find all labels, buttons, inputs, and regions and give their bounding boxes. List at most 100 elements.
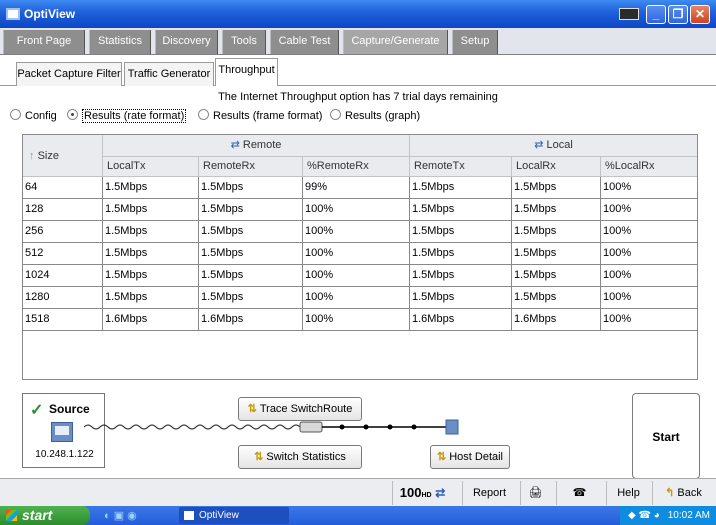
table-cell: 1.5Mbps (103, 177, 199, 199)
swap-icon: ⇅ (254, 451, 264, 463)
table-cell: 1.5Mbps (512, 243, 601, 265)
group-header-remote: ⇄ Remote (103, 135, 410, 157)
maximize-button[interactable]: ❐ (668, 5, 688, 24)
sub-tab-bar: Packet Capture Filter Traffic Generator … (0, 55, 716, 87)
path-diagram: ✓ Source 10.248.1.122 ⇅ Trace SwitchRoute… (22, 393, 700, 479)
column-header-pct-remoterx[interactable]: %RemoteRx (303, 157, 410, 177)
phone-icon[interactable]: ☎ (556, 481, 602, 505)
close-button[interactable]: ✕ (690, 5, 710, 24)
app-icon (6, 8, 20, 20)
tab-throughput[interactable]: Throughput (215, 58, 278, 87)
tray-icons[interactable]: ◆ ☎ ◕ (628, 506, 660, 525)
host-detail-button[interactable]: ⇅ Host Detail (430, 445, 510, 469)
main-tab-bar: Front Page Statistics Discovery Tools Ca… (0, 28, 716, 55)
table-cell: 1518 (23, 309, 103, 331)
trial-notice: The Internet Throughput option has 7 tri… (218, 91, 498, 103)
table-cell: 1.5Mbps (199, 265, 303, 287)
tab-cable-test[interactable]: Cable Test (270, 30, 339, 54)
print-icon[interactable]: 🖨 (520, 481, 550, 505)
tab-traffic-generator[interactable]: Traffic Generator (124, 62, 214, 86)
quicklaunch-icons[interactable]: ◐ ▣ ◉ (104, 509, 137, 522)
windows-logo-icon (6, 510, 17, 521)
table-cell: 128 (23, 199, 103, 221)
check-icon: ✓ (30, 402, 44, 419)
tab-discovery[interactable]: Discovery (155, 30, 218, 54)
column-header-localrx[interactable]: LocalRx (512, 157, 601, 177)
device-icon (51, 422, 73, 442)
column-header-pct-localrx[interactable]: %LocalRx (601, 157, 697, 177)
title-bar: OptiView _ ❐ ✕ (0, 0, 716, 28)
table-cell: 1.6Mbps (410, 309, 512, 331)
table-cell: 100% (601, 265, 697, 287)
table-cell: 1.5Mbps (199, 199, 303, 221)
table-cell: 1.5Mbps (103, 243, 199, 265)
minimize-button[interactable]: _ (646, 5, 666, 24)
radio-config[interactable]: Config (10, 108, 57, 124)
tab-packet-capture-filter[interactable]: Packet Capture Filter (16, 62, 122, 86)
start-menu-button[interactable]: start (0, 506, 90, 525)
table-cell: 1.5Mbps (199, 177, 303, 199)
table-cell: 1.5Mbps (410, 199, 512, 221)
radio-results-frame-dot[interactable] (198, 109, 209, 120)
table-cell: 1.5Mbps (103, 265, 199, 287)
column-header-localtx[interactable]: LocalTx (103, 157, 199, 177)
table-cell: 1.5Mbps (410, 243, 512, 265)
table-cell: 1.5Mbps (512, 199, 601, 221)
swap-icon: ⇄ (230, 139, 240, 151)
table-cell: 1.5Mbps (103, 199, 199, 221)
table-cell: 1.5Mbps (199, 287, 303, 309)
back-arrow-icon: ↰ (665, 487, 675, 499)
table-cell: 1.5Mbps (199, 243, 303, 265)
swap-icon: ⇄ (435, 486, 446, 500)
tab-tools[interactable]: Tools (222, 30, 266, 54)
table-cell: 100% (601, 199, 697, 221)
start-button[interactable]: Start (632, 393, 700, 479)
table-cell: 100% (303, 265, 410, 287)
table-cell: 1.5Mbps (512, 221, 601, 243)
table-cell: 1.5Mbps (103, 221, 199, 243)
tab-setup[interactable]: Setup (452, 30, 498, 54)
table-cell: 99% (303, 177, 410, 199)
taskbar-item-optiview[interactable]: OptiView (179, 507, 289, 524)
radio-config-dot[interactable] (10, 109, 21, 120)
table-cell: 100% (303, 199, 410, 221)
report-button[interactable]: Report (462, 481, 516, 505)
tab-statistics[interactable]: Statistics (89, 30, 151, 54)
app-icon (184, 511, 194, 520)
column-header-remotetx[interactable]: RemoteTx (410, 157, 512, 177)
radio-results-rate-dot[interactable] (67, 109, 78, 120)
table-cell: 512 (23, 243, 103, 265)
table-cell: 100% (601, 177, 697, 199)
table-cell: 1024 (23, 265, 103, 287)
table-cell: 1280 (23, 287, 103, 309)
radio-results-graph-dot[interactable] (330, 109, 341, 120)
switch-statistics-button[interactable]: ⇅ Switch Statistics (238, 445, 362, 469)
sort-arrow-icon: ↑ (29, 150, 35, 162)
table-cell: 256 (23, 221, 103, 243)
radio-results-frame[interactable]: Results (frame format) (198, 108, 322, 124)
back-button[interactable]: ↰ Back (652, 481, 714, 505)
radio-results-rate[interactable]: Results (rate format) (67, 108, 187, 124)
keyboard-icon[interactable] (619, 8, 639, 20)
table-cell: 1.5Mbps (512, 287, 601, 309)
table-cell: 1.5Mbps (199, 221, 303, 243)
table-cell: 100% (601, 243, 697, 265)
table-cell: 1.6Mbps (512, 309, 601, 331)
table-cell: 100% (601, 309, 697, 331)
table-cell: 1.5Mbps (512, 265, 601, 287)
swap-icon: ⇄ (534, 139, 544, 151)
table-cell: 100% (303, 309, 410, 331)
table-cell: 100% (303, 287, 410, 309)
results-table: ↑ Size ⇄ Remote ⇄ Local LocalTx RemoteRx… (22, 134, 698, 380)
radio-results-graph[interactable]: Results (graph) (330, 108, 420, 124)
column-header-size[interactable]: ↑ Size (23, 135, 103, 177)
table-cell: 100% (303, 243, 410, 265)
help-button[interactable]: Help (606, 481, 650, 505)
tab-capture-generate[interactable]: Capture/Generate (343, 30, 448, 54)
tab-front-page[interactable]: Front Page (3, 30, 85, 54)
table-cell: 1.5Mbps (410, 221, 512, 243)
table-cell: 100% (601, 287, 697, 309)
column-header-remoterx[interactable]: RemoteRx (199, 157, 303, 177)
trace-switchroute-button[interactable]: ⇅ Trace SwitchRoute (238, 397, 362, 421)
link-speed-indicator[interactable]: 100HD ⇄ (392, 481, 452, 505)
